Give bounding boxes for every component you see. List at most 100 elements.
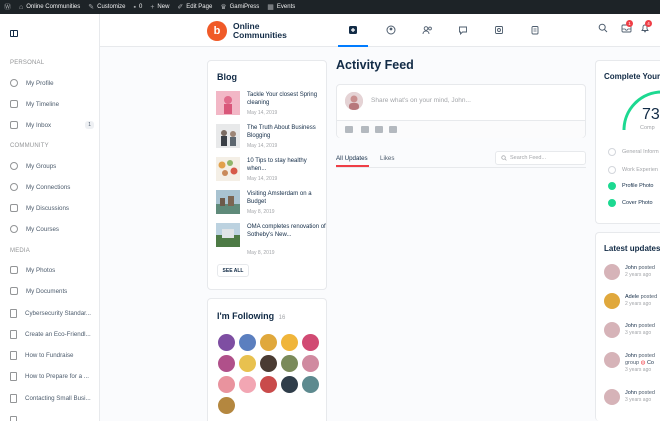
blog-post-item[interactable]: 10 Tips to stay healthy when... May 14, … xyxy=(216,157,326,187)
avatar[interactable] xyxy=(345,92,363,110)
nav-forums-icon[interactable] xyxy=(456,23,470,37)
update-author[interactable]: John xyxy=(625,323,637,329)
tab-likes[interactable]: Likes xyxy=(380,155,394,162)
blog-post-title[interactable]: The Truth About Business Blogging xyxy=(247,124,327,140)
admin-bar-edit-page[interactable]: ✐ Edit Page xyxy=(177,3,212,11)
update-author[interactable]: John xyxy=(625,353,637,359)
blog-post-item[interactable]: OMA completes renovation of Sotheby's Ne… xyxy=(216,223,327,256)
nav-media-icon[interactable] xyxy=(492,23,506,37)
sidebar-item-page[interactable]: How to Prepare for a ... xyxy=(10,369,94,383)
avatar[interactable] xyxy=(218,355,235,372)
avatar[interactable] xyxy=(281,355,298,372)
sidebar-item-label: My Courses xyxy=(26,225,60,233)
sidebar-item-label: Create an Eco-Friendl... xyxy=(25,330,91,338)
sidebar-item-label: My Timeline xyxy=(26,100,60,108)
site-logo[interactable]: b xyxy=(207,21,227,41)
blog-post-thumbnail[interactable] xyxy=(216,223,240,247)
sidebar-item-my-photos[interactable]: My Photos xyxy=(10,263,94,277)
blog-post-thumbnail[interactable] xyxy=(216,124,240,148)
header-search-icon[interactable] xyxy=(598,23,608,35)
sidebar-item-my-inbox[interactable]: My Inbox 1 xyxy=(10,118,94,132)
avatar[interactable] xyxy=(281,334,298,351)
update-item[interactable]: Adele posted 2 years ago xyxy=(604,293,660,319)
avatar[interactable] xyxy=(260,355,277,372)
avatar[interactable] xyxy=(604,293,620,309)
nav-profile-icon[interactable] xyxy=(384,23,398,37)
update-author[interactable]: John xyxy=(625,265,637,271)
avatar[interactable] xyxy=(218,376,235,393)
avatar[interactable] xyxy=(604,264,620,280)
blog-post-title[interactable]: Tackle Your closest Spring cleaning xyxy=(247,91,327,107)
document-icon[interactable] xyxy=(375,126,383,133)
gif-icon[interactable] xyxy=(389,126,397,133)
sidebar-item-my-connections[interactable]: My Connections xyxy=(10,180,94,194)
blog-see-all-button[interactable]: SEE ALL xyxy=(217,264,249,277)
avatar[interactable] xyxy=(302,334,319,351)
admin-bar-events[interactable]: ▦ Events xyxy=(267,3,295,11)
post-composer[interactable]: Share what's on your mind, John... xyxy=(336,84,586,138)
avatar[interactable] xyxy=(281,376,298,393)
sidebar-item-my-discussions[interactable]: My Discussions xyxy=(10,201,94,215)
update-item[interactable]: John posted 3 years ago xyxy=(604,322,660,348)
update-author[interactable]: Adele xyxy=(625,294,639,300)
sidebar-item-page[interactable]: Cybersecurity Standar... xyxy=(10,306,94,320)
nav-members-icon[interactable] xyxy=(420,23,434,37)
avatar[interactable] xyxy=(604,322,620,338)
blog-post-title[interactable]: Visiting Amsterdam on a Budget xyxy=(247,190,327,206)
sidebar-item-my-profile[interactable]: My Profile xyxy=(10,76,94,90)
sidebar-item-page[interactable] xyxy=(10,413,94,421)
sidebar-item-page[interactable]: Contacting Small Busi... xyxy=(10,391,94,405)
blog-post-thumbnail[interactable] xyxy=(216,157,240,181)
avatar[interactable] xyxy=(604,352,620,368)
admin-bar-customize[interactable]: ✎ Customize xyxy=(88,3,125,11)
header-messages-icon[interactable]: 1 xyxy=(621,20,633,35)
nav-activity-icon[interactable] xyxy=(346,23,360,37)
admin-bar-gamipress[interactable]: ♛ GamiPress xyxy=(220,3,259,11)
sidebar-item-my-groups[interactable]: My Groups xyxy=(10,159,94,173)
blog-post-title[interactable]: OMA completes renovation of Sotheby's Ne… xyxy=(247,223,327,239)
update-author[interactable]: John xyxy=(625,390,637,396)
camera-icon[interactable] xyxy=(345,126,353,133)
update-item[interactable]: John posted 2 years ago xyxy=(604,264,660,290)
blog-post-thumbnail[interactable] xyxy=(216,190,240,214)
blog-post-item[interactable]: Tackle Your closest Spring cleaning May … xyxy=(216,91,326,121)
admin-bar-comments[interactable]: ▪ 0 xyxy=(133,4,142,11)
avatar[interactable] xyxy=(239,376,256,393)
update-group-link[interactable]: Co xyxy=(647,360,654,366)
update-item[interactable]: John posted group ◍ Co 3 years ago xyxy=(604,352,660,378)
update-item[interactable]: John posted 3 years ago xyxy=(604,389,660,415)
avatar[interactable] xyxy=(218,334,235,351)
avatar[interactable] xyxy=(218,397,235,414)
admin-bar-site[interactable]: ⌂ Online Communities xyxy=(19,4,80,11)
blog-post-item[interactable]: The Truth About Business Blogging May 14… xyxy=(216,124,326,154)
video-icon[interactable] xyxy=(361,126,369,133)
avatar[interactable] xyxy=(239,355,256,372)
nav-clipboard-icon[interactable] xyxy=(528,23,542,37)
avatar[interactable] xyxy=(260,334,277,351)
admin-bar-new[interactable]: + New xyxy=(150,4,169,11)
sidebar-item-page[interactable]: How to Fundraise xyxy=(10,348,94,362)
avatar[interactable] xyxy=(302,376,319,393)
header-notifications-icon[interactable]: 4 xyxy=(640,20,652,35)
courses-icon xyxy=(10,225,18,233)
blog-post-item[interactable]: Visiting Amsterdam on a Budget May 8, 20… xyxy=(216,190,326,220)
post-input[interactable]: Share what's on your mind, John... xyxy=(371,97,471,104)
blog-post-thumbnail[interactable] xyxy=(216,91,240,115)
checklist-label: General Inform xyxy=(622,149,659,155)
wordpress-menu[interactable]: Ⓦ xyxy=(4,2,11,12)
sidebar-toggle-icon[interactable] xyxy=(10,30,18,37)
avatar[interactable] xyxy=(260,376,277,393)
avatar[interactable] xyxy=(302,355,319,372)
site-name[interactable]: Online Communities xyxy=(233,22,303,39)
check-icon xyxy=(608,199,616,207)
sidebar-item-my-timeline[interactable]: My Timeline xyxy=(10,97,94,111)
sidebar-item-my-courses[interactable]: My Courses xyxy=(10,222,94,236)
sidebar-item-page[interactable]: Create an Eco-Friendl... xyxy=(10,327,94,341)
sidebar-item-my-documents[interactable]: My Documents xyxy=(10,284,94,298)
avatar[interactable] xyxy=(604,389,620,405)
tab-all-updates[interactable]: All Updates xyxy=(336,155,368,162)
avatar[interactable] xyxy=(239,334,256,351)
feed-search-input[interactable]: Search Feed... xyxy=(495,151,586,165)
update-time: 3 years ago xyxy=(625,330,652,336)
blog-post-title[interactable]: 10 Tips to stay healthy when... xyxy=(247,157,327,173)
